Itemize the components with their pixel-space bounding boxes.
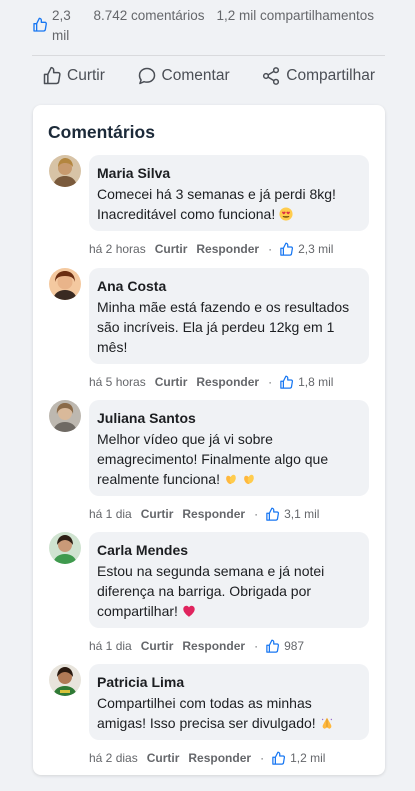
thumbs-up-icon [33,17,47,32]
post-stats: 2,3 mil 8.742 comentários 1,2 mil compar… [32,6,385,54]
comment-likes[interactable]: 1,2 mil [271,751,325,766]
comment-likes-count: 1,2 mil [290,751,326,765]
comment-meta: há 2 dias Curtir Responder · 1,2 mil [89,750,325,766]
comment-bubble: Juliana Santos Melhor vídeo que já vi so… [89,400,369,496]
comment-bubble: Ana Costa Minha mãe está fazendo e os re… [89,268,369,364]
comment-button[interactable]: Comentar [127,66,240,86]
comment-time: há 5 horas [89,375,146,389]
thumbs-up-icon [266,507,280,521]
comment-bubble: Carla Mendes Estou na segunda semana e j… [89,532,369,628]
red-heart-emoji [183,605,195,617]
comment-time: há 2 dias [89,751,138,765]
comment-bubble: Maria Silva Comecei há 3 semanas e já pe… [89,155,369,231]
comment-likes[interactable]: 2,3 mil [279,242,333,257]
speech-bubble-icon [138,67,155,85]
comment-author[interactable]: Patricia Lima [97,672,360,692]
comment-likes-count: 2,3 mil [298,242,334,256]
comment-like-link[interactable]: Curtir [141,507,174,521]
separator-dot: · [254,507,259,521]
comment-likes[interactable]: 3,1 mil [265,507,319,522]
comment-time: há 1 dia [89,507,132,521]
comment-text: Compartilhei com todas as minhas amigas!… [97,693,360,733]
comment-author[interactable]: Juliana Santos [97,408,360,428]
comment-likes-count: 1,8 mil [298,375,334,389]
comment-text: Estou na segunda semana e já notei difer… [97,563,325,619]
heart-eyes-emoji [279,207,293,221]
share-icon [263,67,280,85]
comment-time: há 1 dia [89,639,132,653]
avatar[interactable] [49,400,81,432]
likes-count-text: 2,3 mil [52,8,71,43]
comment-reply-link[interactable]: Responder [182,639,245,653]
like-button-label: Curtir [67,67,105,84]
comment-like-link[interactable]: Curtir [155,242,188,256]
thumbs-up-icon [266,639,280,653]
clapping-hands-emoji [225,474,236,485]
comment-like-link[interactable]: Curtir [141,639,174,653]
comment-reply-link[interactable]: Responder [188,751,251,765]
thumbs-up-icon [280,242,294,256]
clapping-hands-emoji [243,474,254,485]
comment-bubble: Patricia Lima Compartilhei com todas as … [89,664,369,740]
comment-like-link[interactable]: Curtir [155,375,188,389]
comment-button-label: Comentar [161,67,230,84]
comment-text: Comecei há 3 semanas e já perdi 8kg! Ina… [97,186,336,222]
divider [32,55,385,56]
separator-dot: · [254,639,259,653]
thumbs-up-icon [272,751,286,765]
avatar[interactable] [49,532,81,564]
separator-dot: · [260,751,265,765]
comment-time: há 2 horas [89,242,146,256]
separator-dot: · [268,375,273,389]
share-button-label: Compartilhar [286,67,375,84]
comment-meta: há 5 horas Curtir Responder · 1,8 mil [89,374,333,390]
comment-like-link[interactable]: Curtir [147,751,180,765]
share-button[interactable]: Compartilhar [251,66,385,86]
shares-count[interactable]: 1,2 mil compartilhamentos [216,6,385,26]
comment-likes[interactable]: 1,8 mil [279,375,333,390]
avatar[interactable] [49,268,81,300]
avatar[interactable] [49,155,81,187]
post-action-bar: Curtir Comentar Compartilhar [32,60,385,92]
comment-author[interactable]: Carla Mendes [97,540,360,560]
comment-meta: há 1 dia Curtir Responder · 3,1 mil [89,506,319,522]
comment-reply-link[interactable]: Responder [182,507,245,521]
comments-card: Comentários Maria Silva Comecei há 3 sem… [33,105,385,775]
comment-likes-count: 987 [284,639,305,653]
thumbs-up-icon [43,66,61,85]
comment-text: Melhor vídeo que já vi sobre emagrecimen… [97,431,329,487]
separator-dot: · [268,242,273,256]
comment-author[interactable]: Maria Silva [97,163,360,183]
comment-reply-link[interactable]: Responder [196,242,259,256]
praying-hands-emoji [321,717,332,729]
comments-title: Comentários [48,122,155,142]
comments-count[interactable]: 8.742 comentários [93,6,216,26]
comment-likes[interactable]: 987 [265,639,304,654]
thumbs-up-icon [280,375,294,389]
comment-reply-link[interactable]: Responder [196,375,259,389]
comment-meta: há 2 horas Curtir Responder · 2,3 mil [89,241,333,257]
comment-text: Minha mãe está fazendo e os resultados s… [97,299,350,355]
likes-count[interactable]: 2,3 mil [32,6,93,46]
comment-likes-count: 3,1 mil [284,507,320,521]
avatar[interactable] [49,664,81,696]
comment-meta: há 1 dia Curtir Responder · 987 [89,638,304,654]
like-button[interactable]: Curtir [32,66,115,86]
comment-author[interactable]: Ana Costa [97,276,360,296]
